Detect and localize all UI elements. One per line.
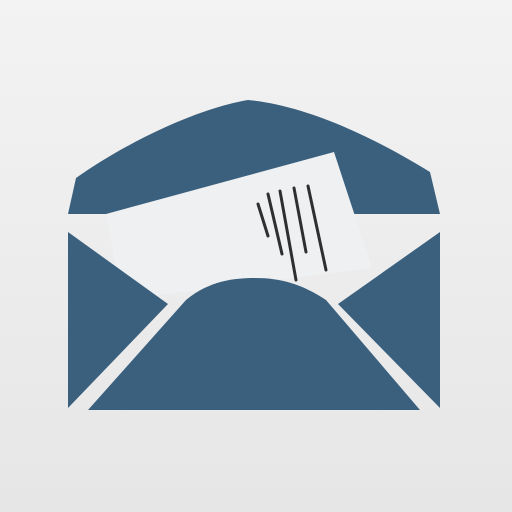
app-icon-canvas xyxy=(0,0,512,512)
open-envelope-with-letter-icon xyxy=(68,100,440,410)
